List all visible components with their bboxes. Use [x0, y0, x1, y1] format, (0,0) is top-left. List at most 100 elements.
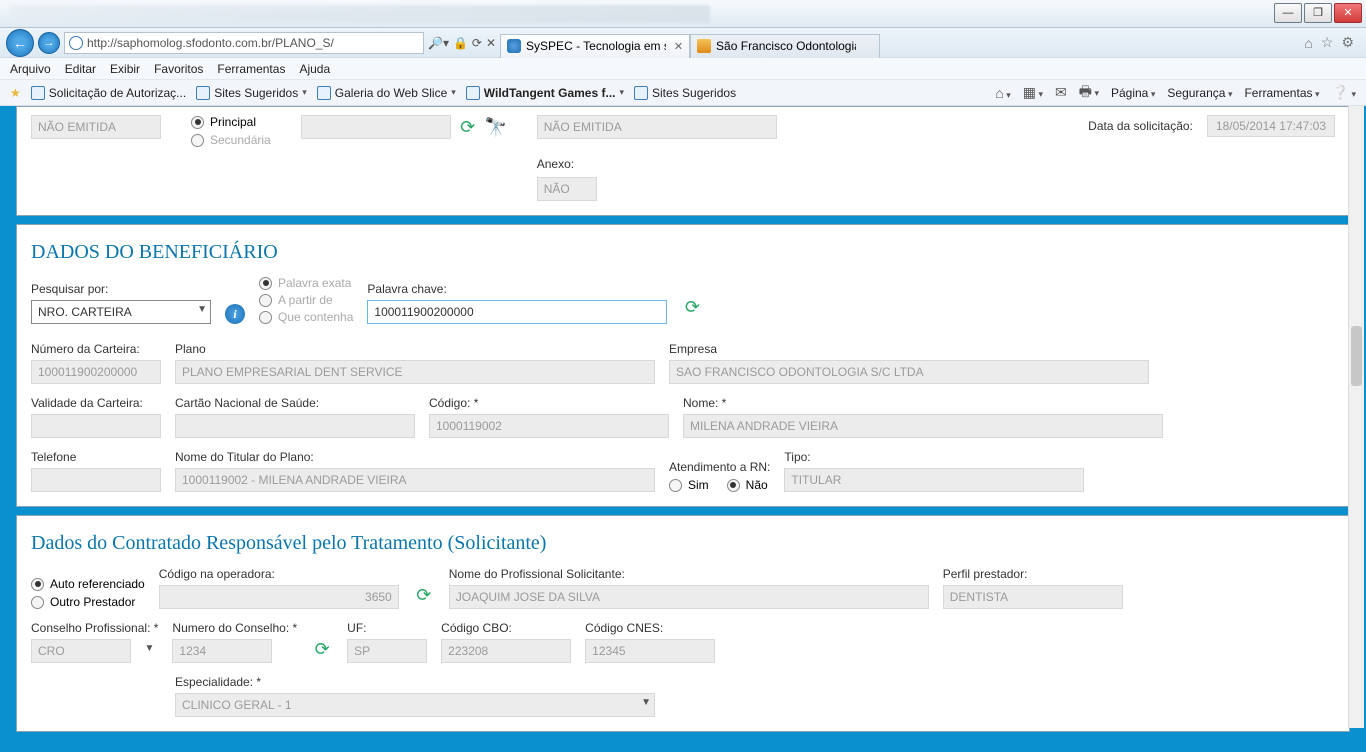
- radio-a-partir-de[interactable]: A partir de: [259, 293, 353, 307]
- favorites-bar: ★ Solicitação de Autorizaç... Sites Suge…: [0, 80, 1366, 106]
- radio-secundaria[interactable]: Secundária: [191, 133, 271, 147]
- cmd-help-icon[interactable]: ❔: [1332, 84, 1356, 101]
- cns-value: [175, 414, 415, 438]
- panel-beneficiario: DADOS DO BENEFICIÁRIO Pesquisar por: NRO…: [16, 224, 1350, 507]
- stop-icon[interactable]: ✕: [486, 36, 496, 50]
- fav-wildtangent[interactable]: WildTangent Games f...: [466, 86, 624, 100]
- favorites-add-icon[interactable]: ★: [10, 86, 21, 100]
- search-dropdown-icon[interactable]: 🔎▾: [428, 36, 449, 50]
- palavra-chave-input[interactable]: 100011900200000: [367, 300, 667, 324]
- binoculars-icon[interactable]: 🔭: [485, 116, 507, 138]
- fav-icon: [31, 86, 45, 100]
- pesquisar-por-select[interactable]: NRO. CARTEIRA: [31, 300, 211, 324]
- fav-solicitacao[interactable]: Solicitação de Autorizaç...: [31, 86, 186, 100]
- section-title-beneficiario: DADOS DO BENEFICIÁRIO: [31, 241, 1335, 264]
- nav-forward-button[interactable]: →: [38, 32, 60, 54]
- radio-label: Não: [746, 478, 768, 492]
- guia-operadora-value: NÃO EMITIDA: [537, 115, 777, 139]
- favorites-star-icon[interactable]: ☆: [1321, 34, 1334, 51]
- window-titlebar: — ❐ ✕: [0, 0, 1366, 28]
- home-icon[interactable]: ⌂: [1304, 35, 1312, 51]
- refresh-icon[interactable]: ⟳: [457, 116, 479, 138]
- fav-sites-sugeridos-2[interactable]: Sites Sugeridos: [634, 86, 736, 100]
- browser-tab-1[interactable]: SySPEC - Tecnologia em sa... ✕: [500, 34, 690, 58]
- refresh-icon[interactable]: ⟳: [413, 584, 435, 606]
- radio-auto-referenciado[interactable]: Auto referenciado: [31, 577, 145, 591]
- radio-icon: [31, 578, 44, 591]
- radio-icon: [727, 479, 740, 492]
- lock-icon: 🔒: [453, 36, 468, 50]
- menu-arquivo[interactable]: Arquivo: [10, 62, 51, 76]
- refresh-icon[interactable]: ⟳: [472, 36, 482, 50]
- window-maximize-button[interactable]: ❐: [1304, 3, 1332, 23]
- radio-palavra-exata[interactable]: Palavra exata: [259, 276, 353, 290]
- tab-label: São Francisco Odontologia: [716, 39, 856, 53]
- radio-outro-prestador[interactable]: Outro Prestador: [31, 595, 145, 609]
- menu-ferramentas[interactable]: Ferramentas: [217, 62, 285, 76]
- radio-icon: [259, 294, 272, 307]
- conselho-select[interactable]: CRO: [31, 639, 131, 663]
- refresh-icon[interactable]: ⟳: [311, 638, 333, 660]
- radio-icon: [669, 479, 682, 492]
- anexo-value: NÃO: [537, 177, 597, 201]
- radio-icon: [191, 134, 204, 147]
- radio-principal[interactable]: Principal: [191, 115, 271, 129]
- data-solicitacao-value: 18/05/2014 17:47:03: [1207, 115, 1335, 137]
- cnes-value: 12345: [585, 639, 715, 663]
- radio-icon: [259, 311, 272, 324]
- tab-favicon-icon: [697, 39, 711, 53]
- info-icon[interactable]: i: [225, 304, 245, 324]
- cmd-ferramentas[interactable]: Ferramentas: [1244, 86, 1319, 100]
- refresh-icon[interactable]: ⟳: [681, 296, 703, 318]
- numero-guia-principal-input[interactable]: [301, 115, 451, 139]
- perfil-value: DENTISTA: [943, 585, 1123, 609]
- radio-rn-sim[interactable]: Sim: [669, 478, 709, 492]
- menu-editar[interactable]: Editar: [65, 62, 96, 76]
- cbo-value: 223208: [441, 639, 571, 663]
- nav-back-button[interactable]: ←: [6, 29, 34, 57]
- cmd-pagina[interactable]: Página: [1111, 86, 1155, 100]
- browser-tab-2[interactable]: São Francisco Odontologia: [690, 34, 880, 58]
- radio-rn-nao[interactable]: Não: [727, 478, 768, 492]
- fav-sites-sugeridos[interactable]: Sites Sugeridos: [196, 86, 307, 100]
- palavra-chave-label: Palavra chave:: [367, 282, 667, 296]
- window-close-button[interactable]: ✕: [1334, 3, 1362, 23]
- fav-galeria[interactable]: Galeria do Web Slice: [317, 86, 456, 100]
- pesquisar-por-label: Pesquisar por:: [31, 282, 211, 296]
- tab-bar: SySPEC - Tecnologia em sa... ✕ São Franc…: [500, 30, 1300, 56]
- uf-label: UF:: [347, 621, 427, 635]
- cmd-seguranca[interactable]: Segurança: [1167, 86, 1232, 100]
- profissional-label: Nome do Profissional Solicitante:: [449, 567, 929, 581]
- validade-carteira-label: Validade da Carteira:: [31, 396, 161, 410]
- num-conselho-label: Numero do Conselho:: [172, 621, 297, 635]
- radio-que-contenha[interactable]: Que contenha: [259, 310, 353, 324]
- fav-icon: [634, 86, 648, 100]
- num-conselho-value: 1234: [172, 639, 272, 663]
- atendimento-rn-label: Atendimento a RN:: [669, 460, 770, 474]
- menu-ajuda[interactable]: Ajuda: [299, 62, 330, 76]
- codigo-value: 1000119002: [429, 414, 669, 438]
- fav-icon: [196, 86, 210, 100]
- window-minimize-button[interactable]: —: [1274, 3, 1302, 23]
- cmd-feeds-icon[interactable]: ▦: [1023, 84, 1043, 101]
- address-tools: 🔎▾ 🔒 ⟳ ✕: [428, 36, 496, 50]
- ie-icon: [69, 36, 83, 50]
- tools-gear-icon[interactable]: ⚙: [1341, 34, 1354, 51]
- especialidade-select[interactable]: CLINICO GERAL - 1: [175, 693, 655, 717]
- anexo-label: Anexo:: [537, 157, 777, 171]
- menu-exibir[interactable]: Exibir: [110, 62, 140, 76]
- cmd-home-icon[interactable]: ⌂: [995, 85, 1011, 101]
- tab-close-icon[interactable]: ✕: [674, 40, 683, 53]
- uf-value: SP: [347, 639, 427, 663]
- cmd-print-icon[interactable]: 🖶: [1079, 81, 1099, 105]
- codigo-operadora-label: Código na operadora:: [159, 567, 399, 581]
- scrollbar-thumb[interactable]: [1351, 326, 1362, 386]
- address-bar[interactable]: http://saphomolog.sfodonto.com.br/PLANO_…: [64, 32, 424, 54]
- cmd-mail-icon[interactable]: ✉: [1055, 84, 1067, 101]
- vertical-scrollbar[interactable]: [1348, 106, 1364, 728]
- conselho-label: Conselho Profissional:: [31, 621, 158, 635]
- empresa-label: Empresa: [669, 342, 1149, 356]
- menu-favoritos[interactable]: Favoritos: [154, 62, 203, 76]
- radio-label: Outro Prestador: [50, 595, 135, 609]
- radio-icon: [259, 277, 272, 290]
